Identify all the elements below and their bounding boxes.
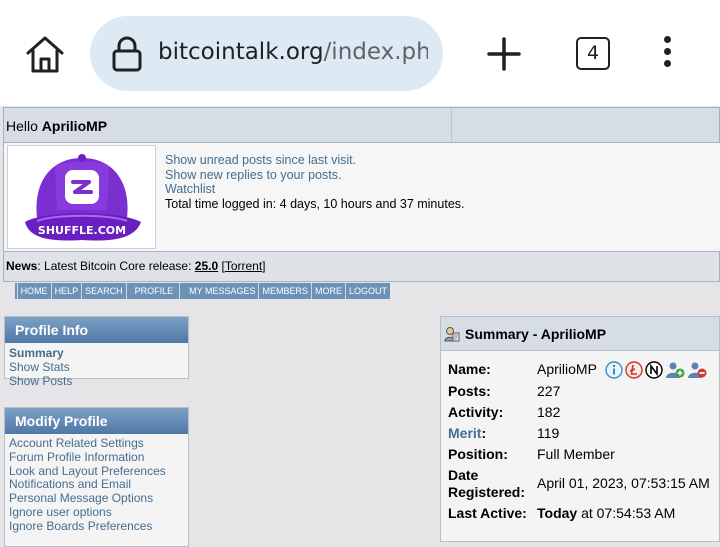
merit-value: 119 [537,425,560,441]
last-active-value: Today at 07:54:53 AM [537,505,675,521]
main-menu: HOME HELP SEARCH PROFILE MY MESSAGES MEM… [15,283,390,299]
n-badge-icon[interactable] [644,361,663,379]
greeting-bar: Hello AprilioMP [3,107,720,143]
menu-my-messages[interactable]: MY MESSAGES [180,283,260,299]
show-new-replies-link[interactable]: Show new replies to your posts. [165,168,465,183]
sidebar-item-forum-profile[interactable]: Forum Profile Information [9,450,184,465]
avatar-brand-text: SHUFFLE.COM [38,224,126,237]
profile-info-list: Summary Show Stats Show Posts [5,343,188,391]
sidebar-item-pm-options[interactable]: Personal Message Options [9,491,184,506]
litecoin-icon[interactable] [624,361,643,379]
address-bar[interactable]: bitcointalk.org/index.php? [90,16,443,91]
greeting-word: Hello [6,118,38,134]
modify-profile-title: Modify Profile [5,408,188,434]
menu-logout[interactable]: LOGOUT [346,283,390,299]
home-icon[interactable] [24,34,66,74]
sidebar-item-show-posts[interactable]: Show Posts [9,374,184,388]
header-divider [451,108,452,142]
summary-title: Summary - AprilioMP [465,326,607,342]
time-logged-in: Total time logged in: 4 days, 10 hours a… [165,196,465,211]
show-unread-link[interactable]: Show unread posts since last visit. [165,153,465,168]
watchlist-link[interactable]: Watchlist [165,182,465,197]
modify-profile-list: Account Related Settings Forum Profile I… [5,434,188,537]
greeting-username: AprilioMP [41,118,108,134]
menu-help[interactable]: HELP [52,283,83,299]
merit-label-wrap: Merit: [448,425,486,441]
posts-label: Posts: [448,383,491,399]
merit-link[interactable]: Merit [448,425,481,441]
sidebar-item-summary[interactable]: Summary [9,346,184,360]
registered-label-line2: Registered: [448,484,526,500]
news-torrent-link[interactable]: Torrent [225,259,262,273]
news-text: News: Latest Bitcoin Core release: 25.0 … [6,259,266,273]
new-tab-plus-icon[interactable] [486,36,522,72]
last-active-time: at 07:54:53 AM [577,505,676,521]
sidebar-item-look-layout[interactable]: Look and Layout Preferences [9,464,184,479]
position-value: Full Member [537,446,615,462]
news-version-link[interactable]: 25.0 [195,259,218,273]
news-bar: News: Latest Bitcoin Core release: 25.0 … [3,251,720,282]
position-label: Position: [448,446,508,462]
url-text[interactable]: bitcointalk.org/index.php? [158,39,428,65]
summary-header: Summary - AprilioMP [441,317,719,351]
summary-panel: Summary - AprilioMP Name: AprilioMP Post… [440,316,720,542]
registered-value: April 01, 2023, 07:53:15 AM [537,475,710,491]
news-message: : Latest Bitcoin Core release: [37,259,195,273]
user-icon [444,327,460,342]
sidebar-item-show-stats[interactable]: Show Stats [9,360,184,374]
ignore-user-icon[interactable] [687,361,707,379]
profile-info-title: Profile Info [5,317,188,343]
greeting-text: Hello AprilioMP [6,118,107,134]
tab-switcher-button[interactable]: 4 [576,37,610,70]
url-host: bitcointalk.org [158,39,324,65]
url-path: /index.php? [323,39,428,65]
activity-label: Activity: [448,404,504,420]
menu-search[interactable]: SEARCH [82,283,127,299]
merit-colon: : [481,425,487,441]
activity-value: 182 [537,404,561,420]
modify-profile-box: Modify Profile Account Related Settings … [4,407,189,547]
last-active-today: Today [537,505,578,521]
name-value-wrap: AprilioMP [537,361,707,379]
browser-toolbar: bitcointalk.org/index.php? 4 [0,0,720,106]
sidebar-item-ignore-user[interactable]: Ignore user options [9,505,184,520]
sidebar-item-notifications[interactable]: Notifications and Email [9,478,184,492]
user-links: Show unread posts since last visit. Show… [165,153,465,211]
avatar-cap-image: SHUFFLE.COM [25,154,141,241]
profile-info-box: Profile Info Summary Show Stats Show Pos… [4,316,189,388]
sidebar-item-account-settings[interactable]: Account Related Settings [9,436,184,451]
menu-profile[interactable]: PROFILE [127,283,181,299]
news-label: News [6,259,38,273]
sidebar-item-ignore-boards[interactable]: Ignore Boards Preferences [9,519,184,534]
add-buddy-icon[interactable] [665,361,685,379]
posts-value: 227 [537,383,561,399]
menu-more[interactable]: MORE [312,283,346,299]
user-panel: SHUFFLE.COM Show unread posts since last… [3,143,720,251]
name-label: Name: [448,361,491,377]
lock-icon[interactable] [110,36,144,72]
last-active-label: Last Active: [448,505,527,521]
info-icon[interactable] [604,361,623,379]
menu-home[interactable]: HOME [18,283,52,299]
name-value: AprilioMP [537,361,597,377]
overflow-menu-icon[interactable] [660,36,674,72]
registered-label-line1: Date [448,467,479,483]
avatar: SHUFFLE.COM [7,145,156,249]
name-icons [604,361,707,379]
menu-members[interactable]: MEMBERS [259,283,312,299]
registered-label: Date Registered: [448,467,525,501]
